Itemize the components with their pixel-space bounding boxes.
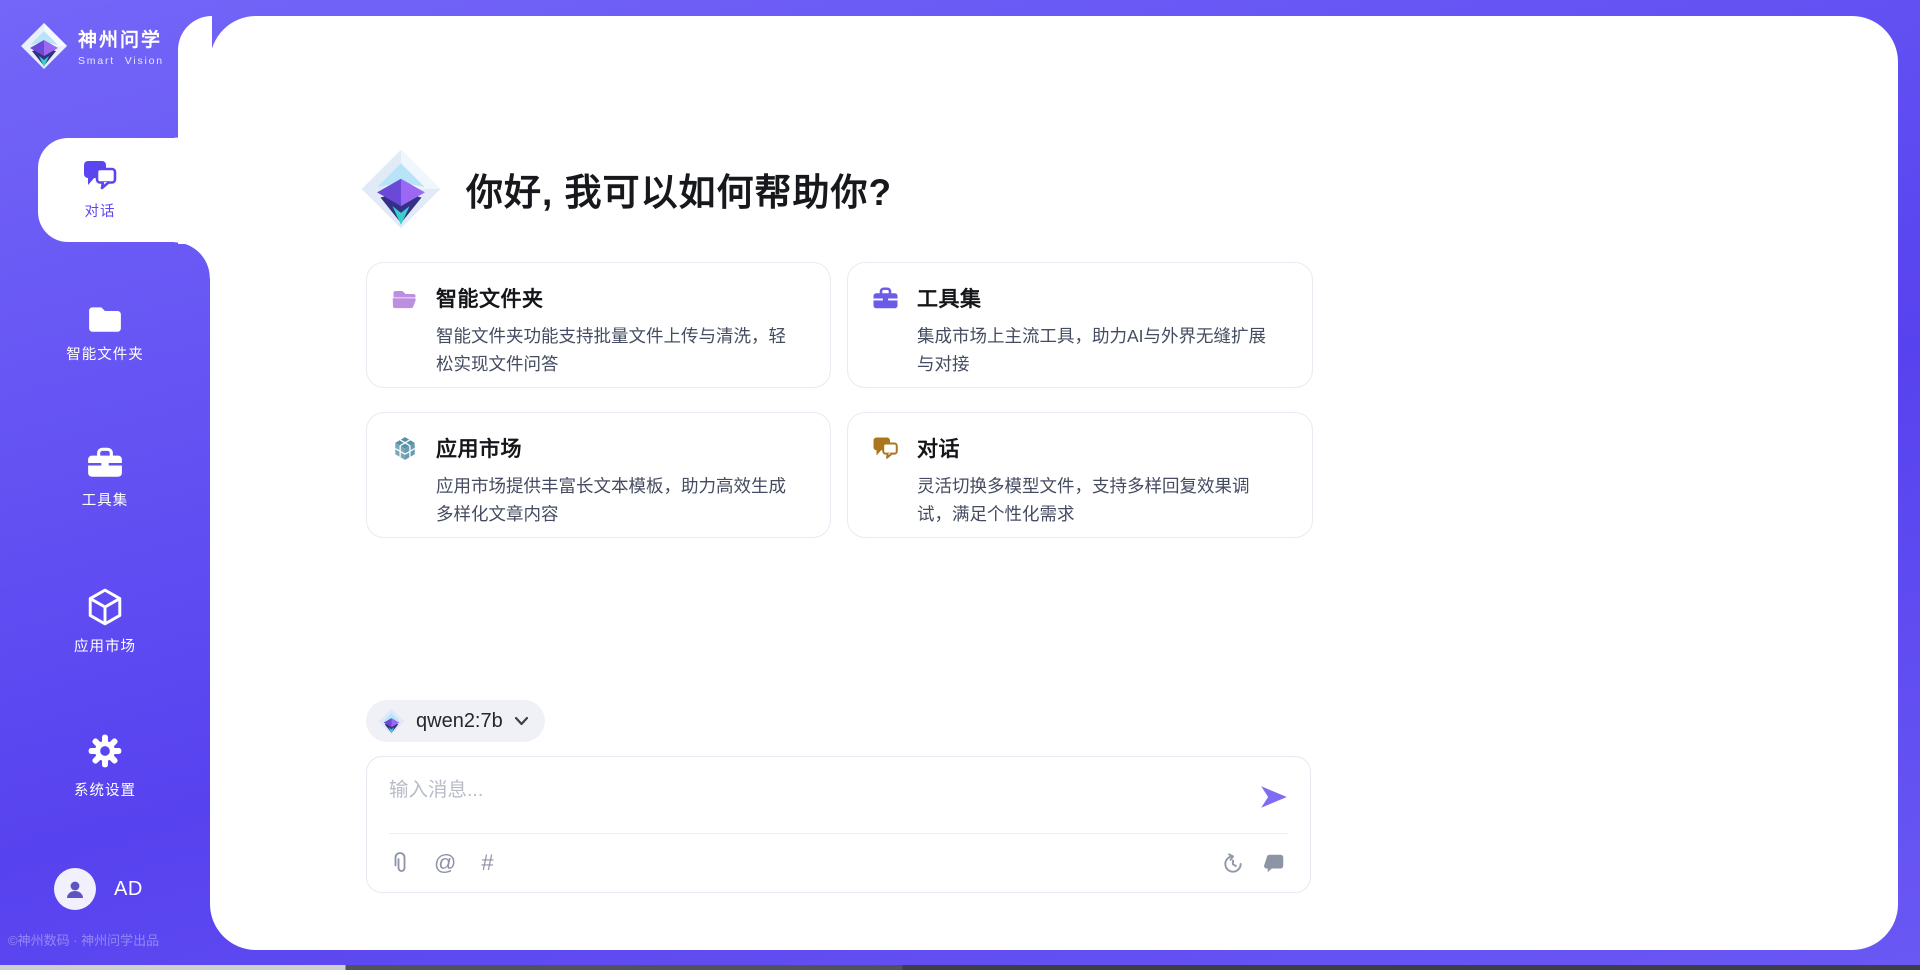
app-logo: 神州问学 Smart Vision (20, 22, 164, 70)
send-button[interactable] (1258, 783, 1290, 811)
sidebar-item-label: 工具集 (82, 489, 129, 510)
toolbox-icon (872, 285, 899, 312)
main-content: 你好, 我可以如何帮助你? 智能文件夹 智能文件夹功能支持批量文件上传与清洗，轻… (366, 0, 1313, 970)
toolbox-icon (86, 446, 124, 480)
hashtag-icon[interactable]: # (481, 852, 493, 874)
chat-bubbles-icon (82, 159, 118, 191)
person-icon (63, 877, 87, 901)
model-name: qwen2:7b (416, 710, 503, 733)
card-title: 智能文件夹 (436, 283, 544, 313)
chevron-down-icon (514, 716, 529, 726)
sidebar-item-label: 系统设置 (74, 779, 136, 800)
gem-diamond-logo-icon (360, 148, 442, 230)
card-description: 灵活切换多模型文件，支持多样回复效果调试，满足个性化需求 (872, 472, 1290, 528)
message-input[interactable] (389, 773, 1242, 825)
sidebar: 神州问学 Smart Vision 对话 (0, 0, 210, 970)
gem-diamond-logo-icon (378, 708, 405, 735)
card-title: 工具集 (917, 283, 982, 313)
gear-icon (86, 732, 124, 770)
sidebar-item-settings[interactable]: 系统设置 (0, 714, 210, 818)
chat-bubbles-icon (872, 435, 899, 462)
card-toolset[interactable]: 工具集 集成市场上主流工具，助力AI与外界无缝扩展与对接 (847, 262, 1313, 388)
cube-icon (87, 588, 123, 626)
sidebar-item-smart-folder[interactable]: 智能文件夹 (0, 282, 210, 386)
card-description: 集成市场上主流工具，助力AI与外界无缝扩展与对接 (872, 322, 1290, 378)
card-smart-folder[interactable]: 智能文件夹 智能文件夹功能支持批量文件上传与清洗，轻松实现文件问答 (366, 262, 831, 388)
logo-subtitle: Smart Vision (78, 55, 164, 67)
card-title: 应用市场 (436, 433, 522, 463)
user-name: AD (114, 878, 143, 901)
sidebar-item-toolset[interactable]: 工具集 (0, 426, 210, 530)
folder-icon (87, 304, 123, 334)
sidebar-item-chat[interactable]: 对话 (38, 138, 210, 242)
sidebar-nav: 对话 智能文件夹 工具集 (0, 138, 210, 818)
message-composer: @ # (366, 756, 1311, 893)
sidebar-item-label: 对话 (85, 200, 116, 221)
sidebar-item-label: 智能文件夹 (66, 343, 144, 364)
card-title: 对话 (917, 433, 960, 463)
feedback-bubble-icon[interactable] (1264, 852, 1286, 874)
sidebar-item-app-market[interactable]: 应用市场 (0, 570, 210, 674)
composer-toolbar: @ # (367, 834, 1310, 892)
greeting-text: 你好, 我可以如何帮助你? (466, 162, 892, 216)
greeting: 你好, 我可以如何帮助你? (360, 148, 892, 230)
open-folder-icon (391, 285, 418, 312)
card-app-market[interactable]: 应用市场 应用市场提供丰富长文本模板，助力高效生成多样化文章内容 (366, 412, 831, 538)
avatar[interactable] (54, 868, 96, 910)
card-description: 智能文件夹功能支持批量文件上传与清洗，轻松实现文件问答 (391, 322, 808, 378)
card-chat[interactable]: 对话 灵活切换多模型文件，支持多样回复效果调试，满足个性化需求 (847, 412, 1313, 538)
card-description: 应用市场提供丰富长文本模板，助力高效生成多样化文章内容 (391, 472, 808, 528)
app-window: 神州问学 Smart Vision 对话 (0, 0, 1920, 970)
copyright-footer: ©神州数码 · 神州问学出品 (8, 930, 159, 949)
taskbar-edge (0, 965, 1920, 970)
history-icon[interactable] (1221, 852, 1244, 875)
user-row: AD (54, 868, 143, 910)
send-arrow-icon (1259, 784, 1289, 810)
model-selector[interactable]: qwen2:7b (366, 700, 545, 742)
pixel-cube-icon (391, 435, 418, 462)
attachment-icon[interactable] (391, 851, 409, 875)
gem-diamond-logo-icon (20, 22, 68, 70)
sidebar-item-label: 应用市场 (74, 635, 136, 656)
logo-title: 神州问学 (78, 25, 164, 52)
mention-icon[interactable]: @ (434, 852, 456, 874)
feature-cards: 智能文件夹 智能文件夹功能支持批量文件上传与清洗，轻松实现文件问答 (366, 262, 1313, 538)
